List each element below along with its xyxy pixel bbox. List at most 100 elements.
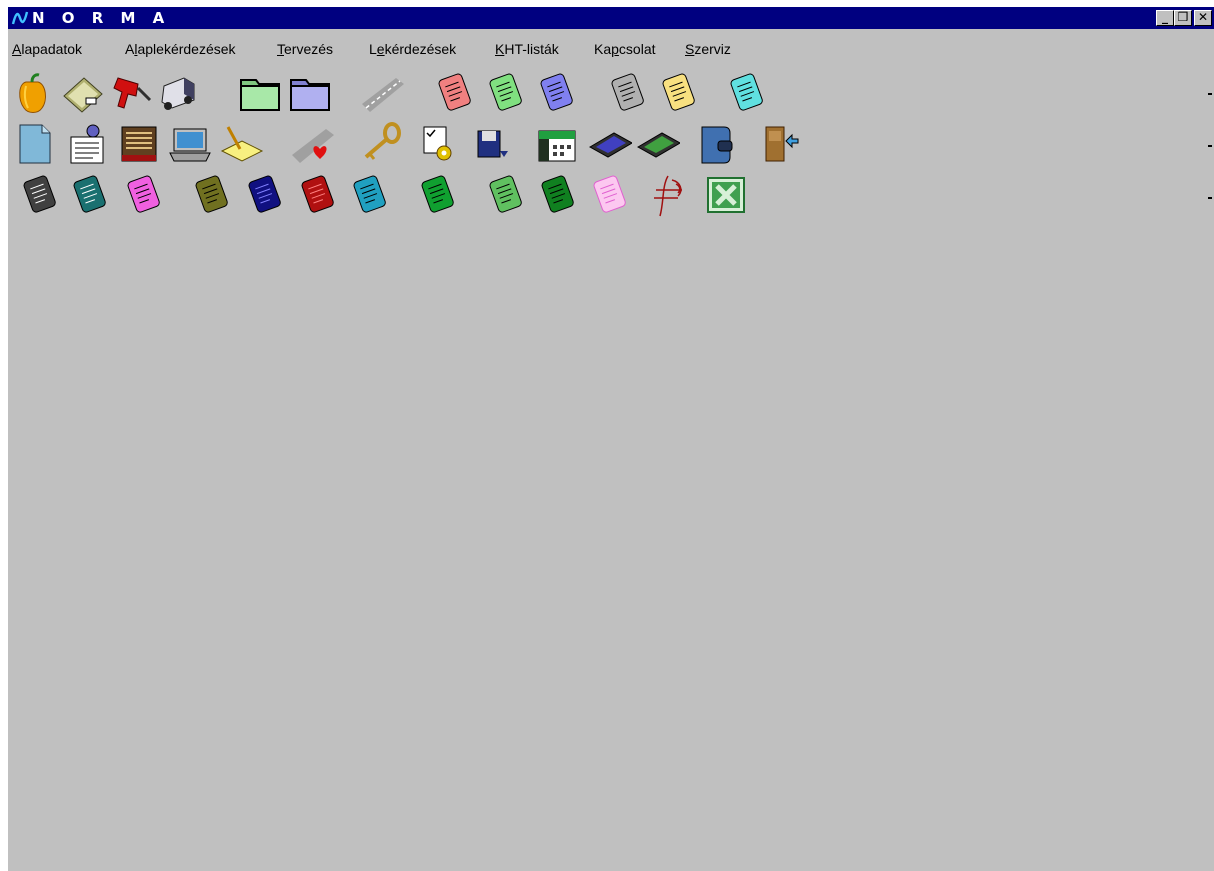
main-window: N O R M A _ ❒ ✕ Alapadatok Alaplekérdezé… bbox=[8, 7, 1214, 871]
toolbar-button-map-route[interactable] bbox=[648, 172, 692, 218]
map-route-icon bbox=[654, 175, 682, 217]
toolbar-row-1 bbox=[8, 70, 1214, 120]
minimize-button[interactable]: _ bbox=[1156, 10, 1174, 26]
document-icon bbox=[438, 73, 471, 111]
document-icon bbox=[730, 73, 763, 111]
toolbar-button-doc-yellow[interactable] bbox=[657, 70, 701, 116]
menu-szerviz[interactable]: Szerviz bbox=[685, 40, 731, 58]
document-icon bbox=[541, 175, 574, 213]
toolbar-button-folder-blue[interactable] bbox=[288, 70, 332, 116]
document-icon bbox=[248, 175, 281, 213]
close-button[interactable]: ✕ bbox=[1194, 10, 1212, 26]
toolbar-button-doc-mediumgreen[interactable] bbox=[484, 172, 528, 218]
toolbar-button-doc-red[interactable] bbox=[433, 70, 477, 116]
document-icon bbox=[23, 175, 56, 213]
document-icon bbox=[662, 73, 695, 111]
pencil-note-icon bbox=[220, 126, 264, 162]
menu-kapcsolat[interactable]: Kapcsolat bbox=[594, 40, 656, 58]
document-icon bbox=[489, 175, 522, 213]
document-icon bbox=[127, 175, 160, 213]
restore-button[interactable]: ❒ bbox=[1174, 10, 1192, 26]
document-icon bbox=[421, 175, 454, 213]
laptop-icon bbox=[169, 128, 211, 162]
toolbar-button-save[interactable] bbox=[470, 121, 514, 167]
toolbar-row-handle[interactable] bbox=[1208, 145, 1212, 147]
folder-icon bbox=[240, 79, 280, 111]
toolbar-row-handle[interactable] bbox=[1208, 93, 1212, 95]
toolbar-button-settings-form[interactable] bbox=[418, 121, 462, 167]
toolbar-button-doc-teal[interactable] bbox=[68, 172, 112, 218]
document-icon bbox=[301, 175, 334, 213]
toolbar-row-2 bbox=[8, 121, 1214, 171]
toolbar-button-key[interactable] bbox=[360, 121, 404, 167]
window-title: N O R M A bbox=[32, 9, 171, 27]
toolbar-button-calculator-blue[interactable] bbox=[588, 121, 632, 167]
toolbar-button-pepper[interactable] bbox=[12, 70, 56, 116]
toolbar-button-wallet[interactable] bbox=[694, 121, 738, 167]
document-icon bbox=[611, 73, 644, 111]
toolbar-button-calendar[interactable] bbox=[535, 121, 579, 167]
toolbar-button-calculator-green[interactable] bbox=[636, 121, 680, 167]
document-icon bbox=[73, 175, 106, 213]
toolbar-button-doc-darkred[interactable] bbox=[296, 172, 340, 218]
toolbar-button-road-heart[interactable] bbox=[290, 121, 334, 167]
toolbar-button-drill[interactable] bbox=[108, 70, 152, 116]
toolbar-row-3 bbox=[8, 172, 1214, 222]
menu-lekerdezesek[interactable]: Lekérdezések bbox=[369, 40, 456, 58]
toolbar-button-doc-green[interactable] bbox=[416, 172, 460, 218]
drill-icon bbox=[113, 77, 152, 109]
workspace-area bbox=[8, 227, 1214, 871]
document-icon bbox=[593, 175, 626, 213]
wallet-icon bbox=[701, 126, 733, 164]
menu-bar: Alapadatok Alaplekérdezések Tervezés Lek… bbox=[8, 38, 1214, 60]
norma-logo-icon bbox=[11, 11, 29, 25]
toolbar-button-doc-gray[interactable] bbox=[606, 70, 650, 116]
ledger-icon bbox=[121, 126, 157, 162]
menu-alaplekerdezesek[interactable]: Alaplekérdezések bbox=[125, 40, 236, 58]
document-icon bbox=[540, 73, 573, 111]
toolbar-button-doc-magenta[interactable] bbox=[122, 172, 166, 218]
folder-icon bbox=[290, 79, 330, 111]
toolbar-button-folder-green[interactable] bbox=[238, 70, 282, 116]
toolbar-button-road[interactable] bbox=[360, 70, 404, 116]
toolbar-button-truck[interactable] bbox=[154, 70, 198, 116]
notice-board-icon bbox=[70, 124, 104, 164]
exit-door-icon bbox=[765, 126, 799, 162]
excel-icon bbox=[707, 177, 745, 213]
truck-icon bbox=[161, 77, 195, 110]
toolbar-button-doc-darkgreen[interactable] bbox=[536, 172, 580, 218]
toolbar-button-excel[interactable] bbox=[704, 172, 748, 218]
document-icon bbox=[353, 175, 386, 213]
toolbar-button-doc-darkgray[interactable] bbox=[18, 172, 62, 218]
blank-page-icon bbox=[19, 124, 51, 164]
toolbar-button-doc-cyan[interactable] bbox=[725, 70, 769, 116]
toolbar-button-doc-olive[interactable] bbox=[190, 172, 234, 218]
toolbar-button-doc-pink[interactable] bbox=[588, 172, 632, 218]
toolbar-button-new-page[interactable] bbox=[12, 121, 56, 167]
menu-tervezes[interactable]: Tervezés bbox=[277, 40, 333, 58]
floppy-icon bbox=[477, 130, 508, 158]
toolbar-button-doc-steelblue[interactable] bbox=[348, 172, 392, 218]
calculator-icon bbox=[588, 132, 632, 158]
menu-kht-listak[interactable]: KHT-listák bbox=[495, 40, 559, 58]
settings-form-icon bbox=[423, 126, 452, 161]
menu-alapadatok[interactable]: Alapadatok bbox=[12, 40, 82, 58]
toolbar-button-doc-lightgreen[interactable] bbox=[484, 70, 528, 116]
toolbar-button-ledger[interactable] bbox=[118, 121, 162, 167]
scanner-icon bbox=[63, 77, 103, 113]
toolbar-button-scanner[interactable] bbox=[60, 70, 104, 116]
key-icon bbox=[364, 122, 401, 160]
toolbar-button-doc-lavender[interactable] bbox=[535, 70, 579, 116]
title-bar[interactable]: N O R M A _ ❒ ✕ bbox=[8, 7, 1214, 29]
pepper-icon bbox=[19, 73, 46, 113]
calculator-icon bbox=[636, 132, 680, 158]
toolbar-button-laptop[interactable] bbox=[168, 121, 212, 167]
toolbar-button-pencil-note[interactable] bbox=[220, 121, 264, 167]
toolbar-row-handle[interactable] bbox=[1208, 197, 1212, 199]
toolbar-button-notice[interactable] bbox=[65, 121, 109, 167]
toolbar-button-doc-navy[interactable] bbox=[243, 172, 287, 218]
road-icon bbox=[362, 78, 404, 112]
road-heart-icon bbox=[292, 129, 334, 163]
calendar-icon bbox=[538, 130, 576, 162]
toolbar-button-exit[interactable] bbox=[756, 121, 800, 167]
